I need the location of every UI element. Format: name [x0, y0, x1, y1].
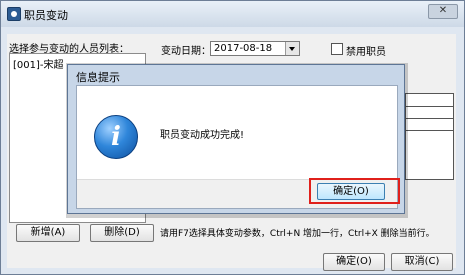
hint-text: 请用F7选择具体变动参数，Ctrl+N 增加一行，Ctrl+X 删除当前行。 [160, 229, 435, 239]
dialog-ok-button[interactable]: 确定(O) [317, 183, 385, 200]
ok-button[interactable]: 确定(O) [323, 253, 385, 271]
date-label: 变动日期： [161, 46, 211, 57]
grid-row-line [406, 106, 453, 107]
disable-employee-label: 禁用职员 [346, 47, 386, 58]
dialog-title: 信息提示 [76, 71, 120, 84]
chevron-down-icon[interactable] [285, 42, 299, 55]
date-picker[interactable]: 2017-08-18 [210, 41, 300, 56]
cancel-button[interactable]: 取消(C) [391, 253, 453, 271]
app-icon [7, 7, 21, 21]
disable-employee-checkbox[interactable] [331, 43, 343, 55]
list-item[interactable]: [001]-宋超 [13, 56, 64, 71]
delete-button[interactable]: 删除(D) [90, 224, 154, 242]
add-button[interactable]: 新增(A) [16, 224, 80, 242]
dialog-message: 职员变动成功完成! [160, 130, 245, 141]
title-bar: 职员变动 ✕ [1, 1, 464, 27]
info-icon: i [94, 115, 138, 159]
window-title: 职员变动 [24, 9, 68, 22]
date-value: 2017-08-18 [214, 43, 273, 54]
change-params-grid[interactable] [405, 93, 454, 180]
grid-row-line [406, 130, 453, 131]
close-button[interactable]: ✕ [428, 4, 458, 19]
grid-row-line [406, 118, 453, 119]
